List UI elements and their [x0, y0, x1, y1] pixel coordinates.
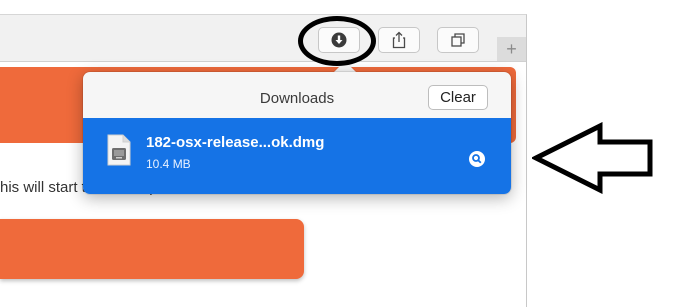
toolbar: +	[0, 15, 526, 62]
download-file-name: 182-osx-release...ok.dmg	[146, 134, 325, 151]
annotation-circle	[298, 16, 376, 66]
share-icon	[392, 31, 406, 49]
downloads-popover: Downloads Clear 182-osx-release...ok.dmg…	[83, 72, 511, 194]
dmg-file-icon	[107, 134, 131, 166]
magnifier-icon	[472, 154, 482, 164]
share-button[interactable]	[378, 27, 420, 53]
annotation-arrow-icon	[532, 122, 653, 194]
download-item[interactable]: 182-osx-release...ok.dmg 10.4 MB	[83, 118, 511, 194]
reveal-in-finder-button[interactable]	[469, 151, 485, 167]
clear-button[interactable]: Clear	[428, 85, 488, 110]
tabs-overview-button[interactable]	[437, 27, 479, 53]
download-file-size: 10.4 MB	[146, 157, 191, 171]
tabs-icon	[451, 33, 465, 47]
download-cta-button[interactable]	[0, 219, 304, 279]
new-tab-button[interactable]: +	[497, 37, 526, 61]
